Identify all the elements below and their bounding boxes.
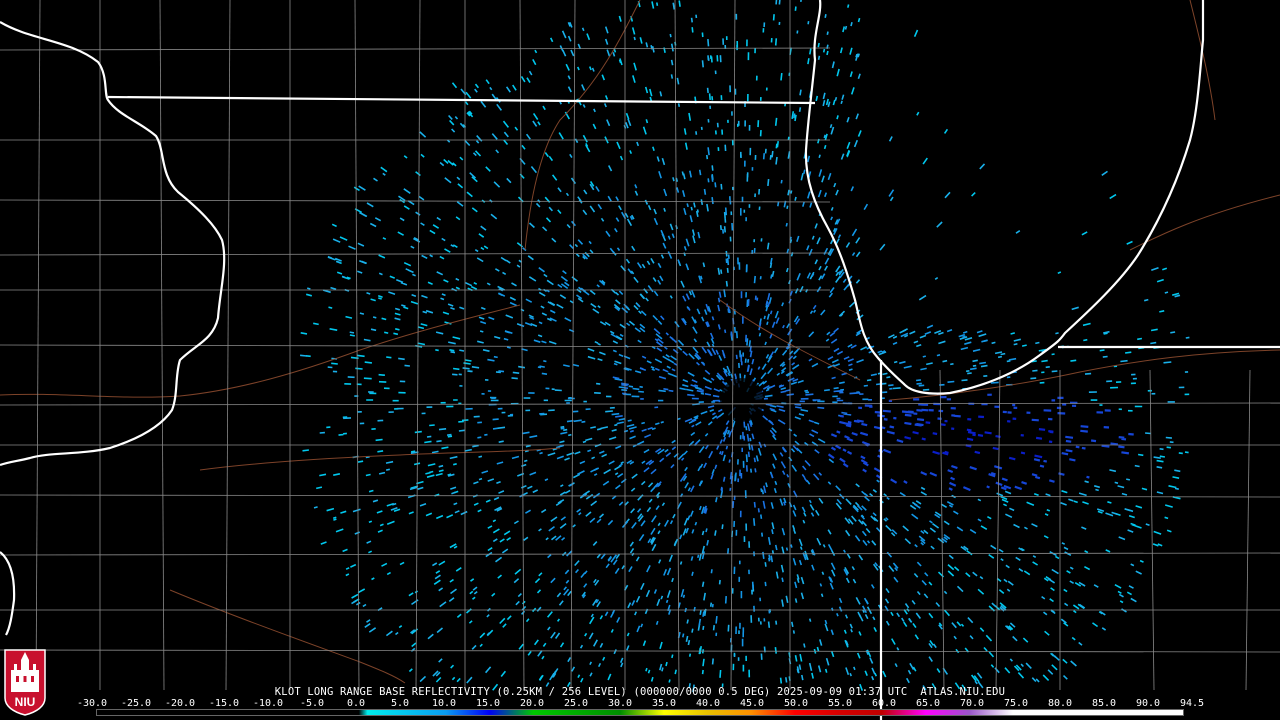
colorbar-tick: 55.0 [827, 698, 853, 709]
colorbar-tick: 50.0 [783, 698, 809, 709]
colorbar-tick: 20.0 [519, 698, 545, 709]
colorbar-tick: -30.0 [76, 698, 108, 709]
radar-site-center [720, 378, 764, 422]
radar-map [0, 0, 1280, 720]
colorbar-tick: 45.0 [739, 698, 765, 709]
colorbar-tick-labels: -30.0 -25.0 -20.0 -15.0 -10.0 -5.0 0.0 5.0 10.0 1… [77, 698, 1204, 709]
colorbar-tick: 75.0 [1003, 698, 1029, 709]
reflectivity-colorbar [96, 709, 1184, 716]
colorbar-tick: 15.0 [475, 698, 501, 709]
colorbar-tick: 40.0 [695, 698, 721, 709]
colorbar-tick: 60.0 [871, 698, 897, 709]
colorbar-tick: -15.0 [208, 698, 240, 709]
product-caption: KLOT LONG RANGE BASE REFLECTIVITY (0.25K… [274, 686, 1006, 698]
colorbar-tick: 90.0 [1135, 698, 1161, 709]
colorbar-tick: 5.0 [390, 698, 410, 709]
colorbar-tick: 94.5 [1179, 698, 1205, 709]
colorbar-tick: 0.0 [346, 698, 366, 709]
colorbar-tick: -25.0 [120, 698, 152, 709]
colorbar-tick: 35.0 [651, 698, 677, 709]
colorbar-tick: 30.0 [607, 698, 633, 709]
logo-text: NIU [15, 695, 36, 709]
colorbar-tick: 10.0 [431, 698, 457, 709]
niu-logo: NIU [4, 649, 46, 716]
colorbar-tick: 80.0 [1047, 698, 1073, 709]
colorbar-tick: 25.0 [563, 698, 589, 709]
colorbar-tick: -5.0 [299, 698, 325, 709]
colorbar-tick: 85.0 [1091, 698, 1117, 709]
colorbar-tick: -20.0 [164, 698, 196, 709]
colorbar-tick: 65.0 [915, 698, 941, 709]
colorbar-tick: -10.0 [252, 698, 284, 709]
colorbar-tick: 70.0 [959, 698, 985, 709]
map-background [0, 0, 1280, 720]
